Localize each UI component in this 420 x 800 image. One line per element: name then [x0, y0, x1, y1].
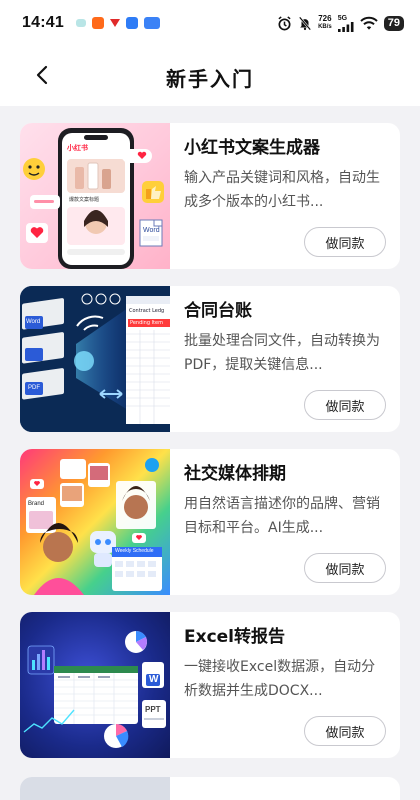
network-speed-unit: KB/s [318, 24, 332, 30]
use-template-button[interactable]: 做同款 [304, 716, 386, 746]
status-bar: 14:41 726 KB/s 5G 79 [0, 0, 420, 46]
card-info: 社交媒体排期 用自然语言描述你的品牌、营销目标和平台。AI生成... 做同款 [170, 449, 400, 595]
battery-level: 79 [383, 15, 404, 31]
card-description: 批量处理合同文件，自动转换为PDF，提取关键信息... [184, 333, 380, 373]
partial-thumbnail [20, 777, 170, 800]
location-arrow-icon [109, 19, 120, 27]
card-info: 合同台账 批量处理合同文件，自动转换为PDF，提取关键信息... 做同款 [170, 286, 400, 432]
template-card-xiaohongshu[interactable]: 小红书 爆款文案标题 Word 小红书文案生成器 输入产品关键词和风格，自动生成… [20, 123, 400, 269]
network-speed: 726 KB/s [318, 14, 332, 32]
word-w-label: W [149, 674, 159, 685]
card-info: 小红书文案生成器 输入产品关键词和风格，自动生成多个版本的小红书... 做同款 [170, 123, 400, 269]
ppt-label: PPT [145, 705, 161, 714]
mute-bell-icon [298, 16, 312, 30]
network-speed-value: 726 [318, 14, 332, 23]
template-card-contract-ledger[interactable]: Word PDF Contract Ledg Pending Item 合同台账… [20, 286, 400, 432]
xhs-app-label: 小红书 [67, 144, 88, 152]
brand-label: Brand [28, 501, 45, 507]
use-template-button[interactable]: 做同款 [304, 227, 386, 257]
alarm-icon [278, 15, 291, 30]
nav-bar: 新手入门 [0, 46, 420, 106]
feishu-app-icon [125, 17, 138, 29]
card-description: 用自然语言描述你的品牌、营销目标和平台。AI生成... [184, 496, 380, 536]
signal-icon [337, 21, 354, 32]
contract-ledger-thumbnail: Word PDF Contract Ledg Pending Item [20, 286, 170, 432]
xiaohongshu-thumbnail: 小红书 爆款文案标题 Word [20, 123, 170, 269]
template-card-partial[interactable] [20, 777, 400, 800]
card-info: Excel转报告 一键接收Excel数据源，自动分析数据并生成DOCX... 做… [170, 612, 400, 758]
card-title: 小红书文案生成器 [184, 138, 320, 158]
work-app-icon [143, 17, 160, 29]
pdf-badge-label: PDF [28, 385, 40, 391]
wifi-icon [360, 16, 378, 30]
word-badge-label: Word [26, 319, 41, 325]
xhs-caption: 爆款文案标题 [69, 197, 100, 203]
card-title: 社交媒体排期 [184, 464, 286, 484]
social-media-thumbnail: Brand Weekly Schedule [20, 449, 170, 595]
contract-sheet-title: Contract Ledg [129, 308, 165, 314]
template-list: 小红书 爆款文案标题 Word 小红书文案生成器 输入产品关键词和风格，自动生成… [20, 123, 400, 775]
social-illustration [26, 458, 162, 595]
message-app-icon [75, 19, 86, 27]
card-title: Excel转报告 [184, 627, 286, 647]
template-card-excel-report[interactable]: W PPT Excel转报告 一键接收Excel数据源，自动分析数据并生成DOC… [20, 612, 400, 758]
taobao-app-icon [91, 17, 104, 29]
use-template-button[interactable]: 做同款 [304, 390, 386, 420]
notification-icons [75, 17, 160, 29]
page-title: 新手入门 [166, 67, 254, 91]
word-doc-label: Word [143, 227, 160, 234]
excel-report-thumbnail: W PPT [20, 612, 170, 758]
weekly-schedule-label: Weekly Schedule [115, 548, 154, 554]
card-title: 合同台账 [184, 301, 252, 321]
network-type: 5G [337, 14, 348, 22]
status-time: 14:41 [22, 14, 64, 31]
excel-illustration [23, 630, 166, 748]
card-description: 输入产品关键词和风格，自动生成多个版本的小红书... [184, 170, 380, 210]
card-description: 一键接收Excel数据源，自动分析数据并生成DOCX... [184, 659, 376, 699]
contract-sheet-status: Pending Item [130, 320, 163, 326]
use-template-button[interactable]: 做同款 [304, 553, 386, 583]
template-card-social-media-schedule[interactable]: Brand Weekly Schedule 社交媒体排期 用自然语言描述你的品牌… [20, 449, 400, 595]
